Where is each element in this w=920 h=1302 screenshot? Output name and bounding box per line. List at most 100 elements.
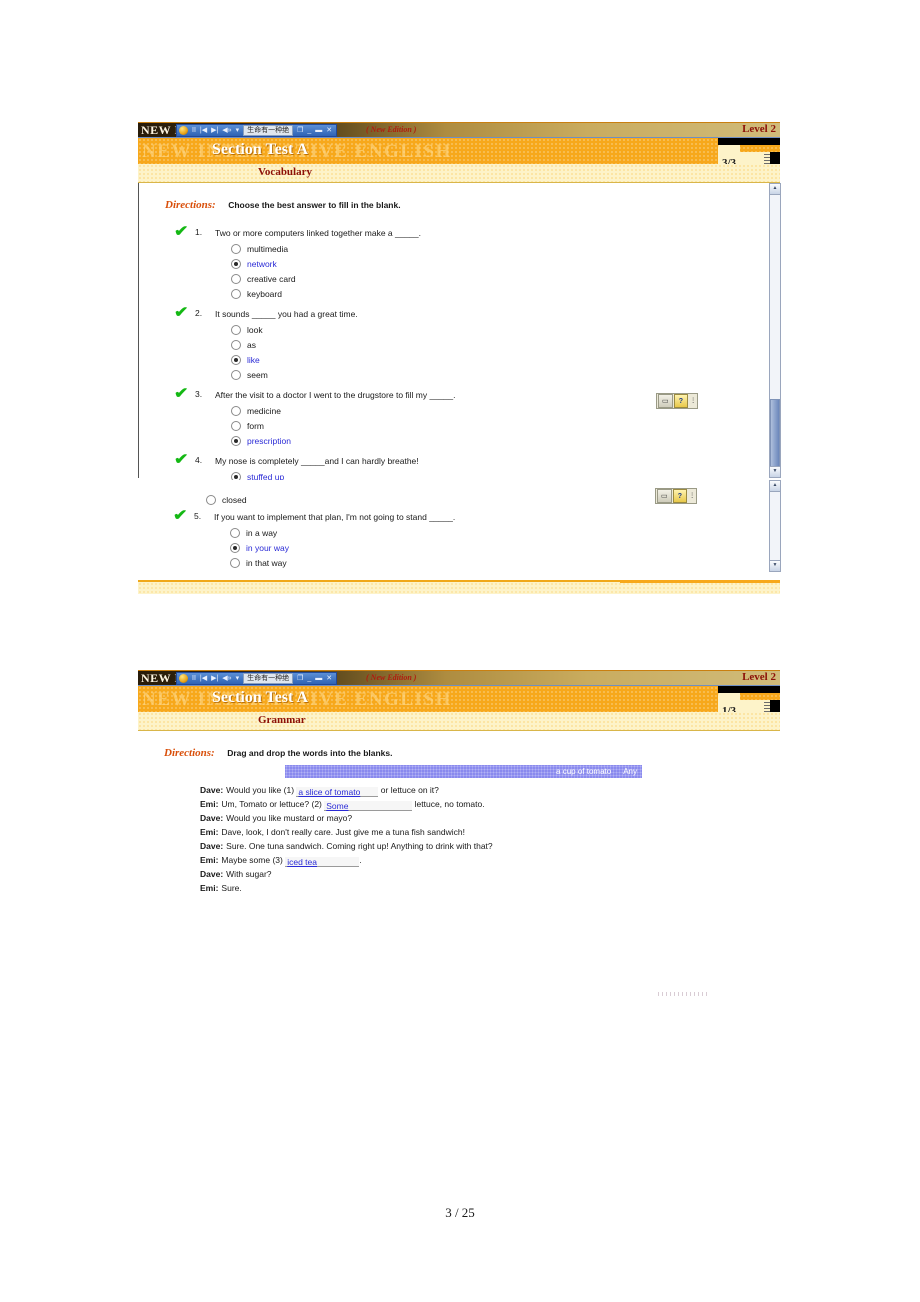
option-row[interactable]: prescription <box>231 433 780 448</box>
option-label: look <box>247 324 263 335</box>
track-title: 生命有一种绝 <box>243 673 294 684</box>
question-item: ✔ 5. If you want to implement that plan,… <box>138 508 780 570</box>
media-player-toolbar[interactable]: II |◀ ▶| ◀» ▾ 生命有一种绝 ❐ _ ▬ ✕ <box>176 124 338 137</box>
radio-button[interactable] <box>230 557 240 568</box>
help-icon[interactable]: ? <box>672 489 688 503</box>
subsection-band: Grammar <box>138 712 780 731</box>
speaker-label: Dave: <box>200 813 224 823</box>
option-label: seem <box>247 369 268 380</box>
drop-blank[interactable]: iced tea <box>285 857 360 867</box>
restore-button[interactable]: ❐ <box>295 673 305 684</box>
radio-button[interactable] <box>230 542 240 553</box>
chevron-down-icon[interactable]: ▾ <box>234 125 242 136</box>
document-page-footer: 3 / 25 <box>445 1205 475 1220</box>
option-row[interactable]: multimedia <box>231 241 780 256</box>
previous-button[interactable]: |◀ <box>198 673 209 684</box>
floating-mini-toolbar[interactable]: ▭ ? ⋮ <box>655 488 697 504</box>
radio-button[interactable] <box>231 420 241 431</box>
option-row[interactable]: as <box>231 337 780 352</box>
option-label: as <box>247 339 256 350</box>
question-text: Two or more computers linked together ma… <box>215 228 421 238</box>
scroll-down-arrow[interactable]: ▼ <box>770 466 780 477</box>
option-group: multimedia network creative card keyboar… <box>197 241 780 301</box>
minimize-button[interactable]: _ <box>305 673 313 684</box>
word-bank[interactable]: a cup of tomato Any <box>285 765 642 778</box>
option-row[interactable]: form <box>231 418 780 433</box>
option-row[interactable]: look <box>231 322 780 337</box>
globe-icon <box>179 674 188 683</box>
minimize-button[interactable]: _ <box>305 125 313 136</box>
more-options-icon[interactable]: ⋮ <box>688 490 696 502</box>
maximize-button[interactable]: ▬ <box>313 673 324 684</box>
radio-button[interactable] <box>231 288 241 299</box>
more-options-icon[interactable]: ⋮ <box>689 395 697 407</box>
previous-button[interactable]: |◀ <box>198 125 209 136</box>
faint-ruler-artifact <box>658 992 710 996</box>
radio-button[interactable] <box>231 339 241 350</box>
maximize-button[interactable]: ▬ <box>313 125 324 136</box>
pause-button[interactable]: II <box>190 673 198 684</box>
floating-mini-toolbar[interactable]: ▭ ? ⋮ <box>656 393 698 409</box>
close-button[interactable]: ✕ <box>324 125 334 136</box>
option-group: medicine form prescription <box>197 403 780 448</box>
scroll-down-arrow[interactable]: ▼ <box>770 560 780 571</box>
option-row[interactable]: like <box>231 352 780 367</box>
radio-button[interactable] <box>231 273 241 284</box>
content-scrollbar[interactable]: ▲ ▼ <box>769 183 781 478</box>
option-row[interactable]: keyboard <box>231 286 780 301</box>
radio-button[interactable] <box>231 405 241 416</box>
dialogue-text-after: or lettuce on it? <box>380 785 439 795</box>
option-row[interactable]: creative card <box>231 271 780 286</box>
radio-button[interactable] <box>206 494 216 505</box>
option-label: creative card <box>247 273 296 284</box>
scroll-up-arrow[interactable]: ▲ <box>770 481 780 492</box>
option-row[interactable]: network <box>231 256 780 271</box>
drop-blank[interactable]: a slice of tomato <box>296 787 379 797</box>
pause-button[interactable]: II <box>190 125 198 136</box>
drop-blank[interactable]: Some <box>324 801 413 811</box>
speaker-label: Dave: <box>200 869 224 879</box>
question-number: 3. <box>195 389 203 399</box>
volume-icon[interactable]: ◀» <box>220 673 233 684</box>
close-button[interactable]: ✕ <box>324 673 334 684</box>
help-icon[interactable]: ? <box>673 394 689 408</box>
content-scrollbar[interactable]: ▲ ▼ <box>769 480 781 572</box>
correct-check-icon: ✔ <box>174 451 189 468</box>
dialogue-line: Emi: Dave, look, I don't really care. Jus… <box>200 825 780 839</box>
dialogue-line: Dave: Would you like (1) a slice of tomat… <box>200 783 780 797</box>
printer-icon[interactable]: ▭ <box>658 394 673 408</box>
radio-button[interactable] <box>231 324 241 335</box>
option-row[interactable]: in your way <box>230 540 780 555</box>
grammar-body: Directions: Drag and drop the words into… <box>138 731 780 921</box>
radio-button[interactable] <box>231 435 241 446</box>
printer-icon[interactable]: ▭ <box>657 489 672 503</box>
level-label: Level 2 <box>742 671 776 683</box>
radio-button[interactable] <box>231 354 241 365</box>
media-player-toolbar[interactable]: II |◀ ▶| ◀» ▾ 生命有一种绝 ❐ _ ▬ ✕ <box>176 672 338 685</box>
next-button[interactable]: ▶| <box>209 673 220 684</box>
word-bank-chip[interactable]: a cup of tomato <box>556 767 611 776</box>
header-top-black-bar <box>718 686 780 693</box>
scroll-up-arrow[interactable]: ▲ <box>770 184 780 195</box>
page-indicator: 3/3 <box>722 157 737 164</box>
scrollbar-thumb[interactable] <box>770 399 780 467</box>
option-row[interactable]: seem <box>231 367 780 382</box>
correct-check-icon: ✔ <box>174 304 189 321</box>
volume-icon[interactable]: ◀» <box>220 125 233 136</box>
app-brand: NEW I <box>141 123 180 137</box>
globe-icon <box>179 126 188 135</box>
subsection-title: Vocabulary <box>258 166 312 178</box>
panel-titlebar: NEW I ( New Edition ) Level 2 II |◀ ▶| ◀… <box>138 122 780 137</box>
radio-button[interactable] <box>230 527 240 538</box>
option-row[interactable]: in that way <box>230 555 780 570</box>
chevron-down-icon[interactable]: ▾ <box>234 673 242 684</box>
dialogue-line: Dave: Sure. One tuna sandwich. Coming rig… <box>200 839 780 853</box>
directions: Directions: Choose the best answer to fi… <box>139 183 780 213</box>
option-row[interactable]: in a way <box>230 525 780 540</box>
radio-button[interactable] <box>231 369 241 380</box>
radio-button[interactable] <box>231 243 241 254</box>
next-button[interactable]: ▶| <box>209 125 220 136</box>
radio-button[interactable] <box>231 258 241 269</box>
restore-button[interactable]: ❐ <box>295 125 305 136</box>
word-bank-chip[interactable]: Any <box>623 767 637 776</box>
